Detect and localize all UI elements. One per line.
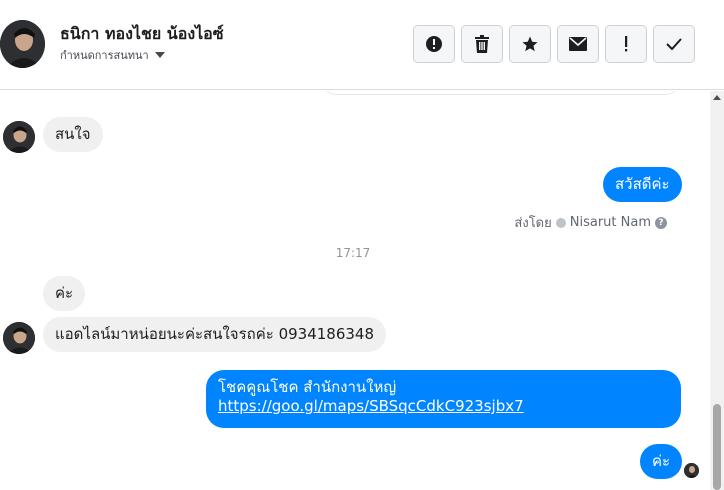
seen-avatar bbox=[684, 463, 699, 478]
scrollbar-thumb[interactable] bbox=[713, 404, 721, 490]
message-text: โชคคูณโชค สำนักงานใหญ่ bbox=[218, 378, 397, 396]
contact-name: ธนิกา ทองไชย น้องไอซ์ bbox=[60, 24, 224, 43]
mark-unread-button[interactable] bbox=[557, 25, 599, 63]
contact-avatar-small bbox=[3, 121, 35, 153]
done-button[interactable] bbox=[653, 25, 695, 63]
delete-button[interactable] bbox=[461, 25, 503, 63]
checkmark-icon bbox=[666, 38, 682, 50]
star-icon bbox=[522, 36, 538, 52]
envelope-icon bbox=[569, 37, 587, 51]
thread-scrollbar[interactable] bbox=[710, 91, 724, 490]
exclamation-icon bbox=[625, 36, 628, 52]
sent-by-label: ส่งโดย bbox=[514, 216, 552, 231]
sent-by-info: ส่งโดย Nisarut Nam ? bbox=[514, 212, 667, 233]
sent-check-icon bbox=[555, 217, 566, 228]
outgoing-message: สวัสดีค่ะ bbox=[603, 167, 682, 202]
scroll-up-arrow-icon[interactable] bbox=[713, 95, 721, 100]
outgoing-message: ค่ะ bbox=[640, 444, 683, 479]
map-link[interactable]: https://goo.gl/maps/SBSqcCdkC923sjbx7 bbox=[218, 397, 669, 416]
sender-name[interactable]: Nisarut Nam bbox=[570, 215, 651, 230]
spam-button[interactable] bbox=[605, 25, 647, 63]
conversation-settings-dropdown[interactable]: กำหนดการสนทนา bbox=[60, 46, 165, 64]
previous-message-edge bbox=[322, 91, 680, 95]
incoming-message: สนใจ bbox=[43, 117, 103, 152]
incoming-message: แอดไลน์มาหน่อยนะค่ะสนใจรถค่ะ 0934186348 bbox=[43, 317, 387, 352]
outgoing-message: โชคคูณโชค สำนักงานใหญ่ https://goo.gl/ma… bbox=[206, 370, 681, 428]
help-icon[interactable]: ? bbox=[655, 216, 667, 229]
conversation-header: ธนิกา ทองไชย น้องไอซ์ กำหนดการสนทนา bbox=[0, 0, 724, 90]
star-button[interactable] bbox=[509, 25, 551, 63]
message-thread[interactable]: สนใจ สวัสดีค่ะ ส่งโดย Nisarut Nam ? 17:1… bbox=[0, 91, 710, 490]
incoming-message: ค่ะ bbox=[43, 276, 86, 311]
trash-icon bbox=[475, 35, 489, 53]
conversation-settings-label: กำหนดการสนทนา bbox=[60, 49, 149, 62]
caret-down-icon bbox=[154, 52, 165, 58]
report-button[interactable] bbox=[413, 25, 455, 63]
alert-circle-icon bbox=[426, 36, 442, 52]
conversation-toolbar bbox=[413, 25, 695, 63]
contact-avatar-small bbox=[3, 322, 35, 354]
contact-avatar[interactable] bbox=[0, 20, 45, 68]
timestamp: 17:17 bbox=[335, 246, 371, 260]
